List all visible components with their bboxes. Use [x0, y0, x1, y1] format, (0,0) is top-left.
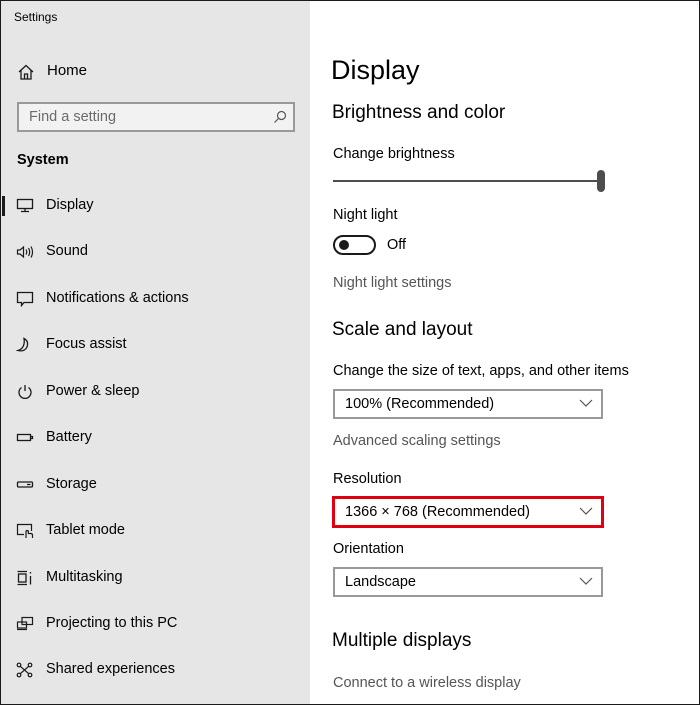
sidebar-item-display[interactable]: Display [1, 186, 310, 226]
sidebar-item-label: Sound [46, 243, 88, 259]
sidebar-item-label: Power & sleep [46, 383, 140, 399]
notification-icon [16, 291, 34, 307]
storage-icon [16, 481, 34, 488]
multitasking-icon [17, 570, 32, 586]
toggle-knob [339, 240, 349, 250]
projecting-icon [16, 616, 34, 631]
search-input[interactable]: Find a setting [17, 102, 295, 132]
night-light-toggle[interactable] [333, 235, 376, 255]
settings-window: Settings Home Find a setting System Disp… [0, 0, 700, 705]
scale-layout-heading: Scale and layout [332, 319, 473, 340]
orientation-value: Landscape [345, 574, 416, 590]
slider-track [333, 180, 601, 182]
battery-icon [16, 433, 34, 442]
sidebar-item-storage[interactable]: Storage [1, 465, 310, 505]
sidebar-item-label: Shared experiences [46, 661, 175, 677]
brightness-label: Change brightness [333, 146, 455, 162]
sidebar-item-notifications[interactable]: Notifications & actions [1, 279, 310, 319]
sidebar-item-label: Battery [46, 429, 92, 445]
sidebar-item-tablet-mode[interactable]: Tablet mode [1, 511, 310, 551]
sidebar-item-label: Notifications & actions [46, 290, 189, 306]
monitor-icon [16, 198, 34, 213]
sidebar-item-label: Multitasking [46, 569, 123, 585]
sidebar-item-sound[interactable]: Sound [1, 232, 310, 272]
chevron-down-icon [579, 507, 593, 515]
scale-label: Change the size of text, apps, and other… [333, 363, 629, 379]
orientation-dropdown[interactable]: Landscape [333, 567, 603, 597]
home-icon [18, 64, 34, 80]
sidebar: Settings Home Find a setting System Disp… [1, 1, 310, 704]
sidebar-item-projecting[interactable]: Projecting to this PC [1, 604, 310, 644]
sidebar-item-label: Focus assist [46, 336, 127, 352]
sidebar-item-power-sleep[interactable]: Power & sleep [1, 372, 310, 412]
slider-thumb[interactable] [597, 170, 605, 192]
app-title: Settings [14, 10, 58, 24]
brightness-color-heading: Brightness and color [332, 102, 506, 123]
multiple-displays-heading: Multiple displays [332, 630, 472, 651]
sidebar-item-label: Tablet mode [46, 522, 125, 538]
power-icon [18, 385, 32, 399]
sidebar-item-battery[interactable]: Battery [1, 418, 310, 458]
home-nav-item[interactable]: Home [1, 59, 310, 85]
search-placeholder: Find a setting [29, 109, 117, 125]
sidebar-item-multitasking[interactable]: Multitasking [1, 558, 310, 598]
advanced-scaling-link[interactable]: Advanced scaling settings [333, 433, 501, 449]
shared-experiences-icon [16, 662, 33, 678]
sidebar-item-label: Storage [46, 476, 97, 492]
sidebar-item-focus-assist[interactable]: Focus assist [1, 325, 310, 365]
sidebar-item-label: Projecting to this PC [46, 615, 178, 631]
resolution-label: Resolution [333, 471, 402, 487]
brightness-slider[interactable] [333, 169, 605, 193]
orientation-label: Orientation [333, 541, 404, 557]
night-light-label: Night light [333, 207, 398, 223]
chevron-down-icon [579, 577, 593, 585]
sidebar-item-shared-experiences[interactable]: Shared experiences [1, 650, 310, 690]
night-light-state: Off [387, 237, 407, 253]
sidebar-item-label: Display [46, 197, 94, 213]
page-title: Display [331, 55, 420, 85]
night-light-settings-link[interactable]: Night light settings [333, 275, 451, 291]
tablet-mode-icon [16, 523, 34, 538]
search-icon[interactable] [273, 110, 287, 124]
resolution-value: 1366 × 768 (Recommended) [345, 504, 530, 520]
scale-dropdown[interactable]: 100% (Recommended) [333, 389, 603, 419]
main-content: Display Brightness and color Change brig… [310, 1, 699, 704]
section-label-system: System [17, 152, 69, 168]
scale-value: 100% (Recommended) [345, 396, 495, 412]
chevron-down-icon [579, 399, 593, 407]
resolution-dropdown[interactable]: 1366 × 768 (Recommended) [332, 496, 604, 528]
wireless-display-link[interactable]: Connect to a wireless display [333, 675, 521, 691]
speaker-icon [16, 245, 34, 259]
home-label: Home [47, 62, 88, 79]
moon-icon [16, 337, 29, 352]
